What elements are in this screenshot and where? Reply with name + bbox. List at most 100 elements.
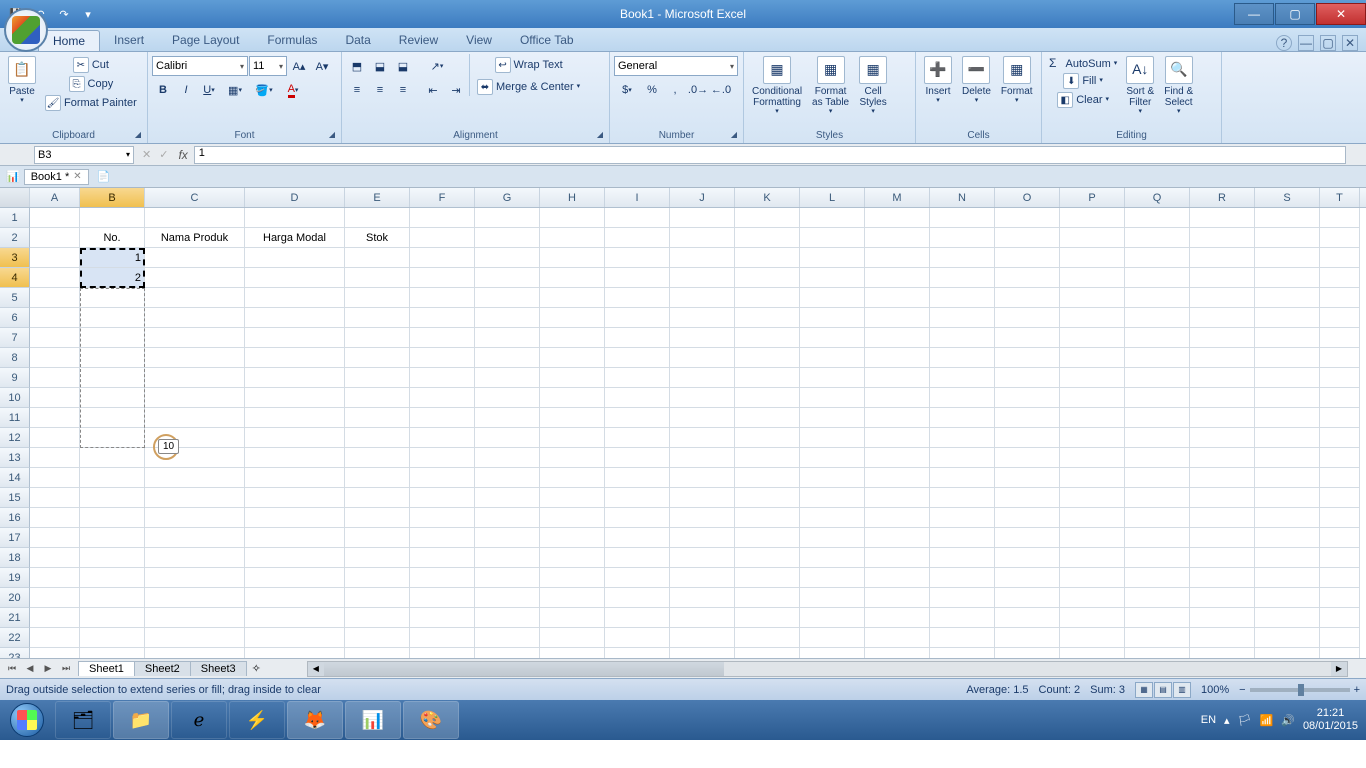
cell[interactable] — [1125, 288, 1190, 308]
volume-icon[interactable]: 🔊 — [1281, 714, 1295, 727]
cell[interactable] — [1060, 448, 1125, 468]
cell[interactable] — [930, 428, 995, 448]
column-header[interactable]: T — [1320, 188, 1360, 207]
cell[interactable] — [865, 548, 930, 568]
column-header[interactable]: B — [80, 188, 145, 207]
page-layout-view-button[interactable]: ▤ — [1154, 682, 1172, 698]
cell[interactable]: 2 — [80, 268, 145, 288]
wrap-text-button[interactable]: ↩Wrap Text — [474, 56, 583, 74]
taskbar-ie-icon[interactable]: ℯ — [171, 701, 227, 739]
cell[interactable] — [475, 448, 540, 468]
cell[interactable] — [1190, 328, 1255, 348]
merge-center-button[interactable]: ⬌Merge & Center▾ — [474, 78, 583, 96]
cell[interactable] — [670, 568, 735, 588]
cell[interactable] — [1125, 448, 1190, 468]
cell[interactable] — [540, 548, 605, 568]
cell[interactable] — [670, 488, 735, 508]
cell[interactable] — [605, 548, 670, 568]
cell[interactable] — [475, 608, 540, 628]
cell[interactable] — [670, 508, 735, 528]
taskbar-paint-icon[interactable]: 🎨 — [403, 701, 459, 739]
cell[interactable] — [865, 388, 930, 408]
cell[interactable] — [800, 228, 865, 248]
sheet-nav-last-icon[interactable]: ⏭ — [58, 663, 74, 674]
row-header[interactable]: 4 — [0, 268, 30, 288]
cell[interactable] — [995, 248, 1060, 268]
cell[interactable] — [1190, 508, 1255, 528]
cell[interactable] — [930, 468, 995, 488]
cell[interactable] — [1125, 268, 1190, 288]
cell[interactable] — [410, 208, 475, 228]
row-header[interactable]: 2 — [0, 228, 30, 248]
cell[interactable] — [540, 528, 605, 548]
cell[interactable] — [80, 288, 145, 308]
tray-expand-icon[interactable]: ▴ — [1224, 714, 1230, 727]
cell[interactable] — [145, 248, 245, 268]
cell[interactable] — [345, 628, 410, 648]
cell[interactable] — [540, 568, 605, 588]
cell[interactable] — [995, 628, 1060, 648]
cell[interactable] — [865, 648, 930, 658]
ribbon-minimize-icon[interactable]: — — [1298, 35, 1314, 51]
dialog-launcher-icon[interactable]: ◢ — [731, 130, 737, 139]
column-header[interactable]: S — [1255, 188, 1320, 207]
cell[interactable] — [735, 308, 800, 328]
cell[interactable] — [1060, 388, 1125, 408]
cell[interactable] — [865, 588, 930, 608]
dialog-launcher-icon[interactable]: ◢ — [135, 130, 141, 139]
cell[interactable] — [410, 228, 475, 248]
cell[interactable] — [1255, 348, 1320, 368]
cell[interactable] — [1060, 308, 1125, 328]
start-button[interactable] — [0, 700, 54, 740]
cell[interactable] — [245, 408, 345, 428]
cell[interactable] — [1190, 228, 1255, 248]
cell[interactable] — [1060, 648, 1125, 658]
column-header[interactable]: J — [670, 188, 735, 207]
cell[interactable] — [670, 448, 735, 468]
row-header[interactable]: 12 — [0, 428, 30, 448]
cell[interactable] — [670, 368, 735, 388]
cell[interactable] — [1060, 208, 1125, 228]
cell[interactable] — [1320, 428, 1360, 448]
cell[interactable] — [800, 408, 865, 428]
cell[interactable] — [995, 568, 1060, 588]
cell[interactable] — [80, 208, 145, 228]
row-header[interactable]: 16 — [0, 508, 30, 528]
percent-button[interactable]: % — [641, 80, 663, 100]
cell[interactable] — [540, 368, 605, 388]
cell[interactable] — [995, 528, 1060, 548]
cell[interactable] — [30, 268, 80, 288]
cell[interactable] — [145, 328, 245, 348]
cell[interactable] — [1255, 208, 1320, 228]
cell[interactable] — [345, 428, 410, 448]
cell[interactable] — [245, 468, 345, 488]
cell[interactable] — [1255, 568, 1320, 588]
cell[interactable] — [1320, 528, 1360, 548]
zoom-out-button[interactable]: − — [1239, 684, 1245, 696]
cell[interactable] — [800, 628, 865, 648]
cell[interactable] — [800, 328, 865, 348]
cell[interactable] — [345, 548, 410, 568]
cell[interactable] — [345, 588, 410, 608]
cell[interactable] — [145, 628, 245, 648]
cell[interactable] — [1125, 328, 1190, 348]
cell[interactable] — [800, 448, 865, 468]
cell[interactable] — [30, 368, 80, 388]
maximize-button[interactable]: ▢ — [1275, 3, 1315, 25]
cell[interactable] — [410, 388, 475, 408]
delete-cells-button[interactable]: ➖Delete▾ — [958, 54, 995, 107]
decrease-decimal-button[interactable]: ←.0 — [710, 80, 732, 100]
cell[interactable] — [1320, 568, 1360, 588]
cell[interactable] — [865, 448, 930, 468]
conditional-formatting-button[interactable]: ▦Conditional Formatting▾ — [748, 54, 806, 118]
cell[interactable] — [475, 208, 540, 228]
cell[interactable] — [410, 408, 475, 428]
italic-button[interactable]: I — [175, 80, 197, 100]
cell[interactable] — [145, 528, 245, 548]
cell[interactable] — [930, 548, 995, 568]
cell[interactable] — [1190, 448, 1255, 468]
cell[interactable] — [800, 428, 865, 448]
cell[interactable] — [1125, 628, 1190, 648]
cell[interactable] — [800, 388, 865, 408]
cell[interactable] — [1060, 248, 1125, 268]
